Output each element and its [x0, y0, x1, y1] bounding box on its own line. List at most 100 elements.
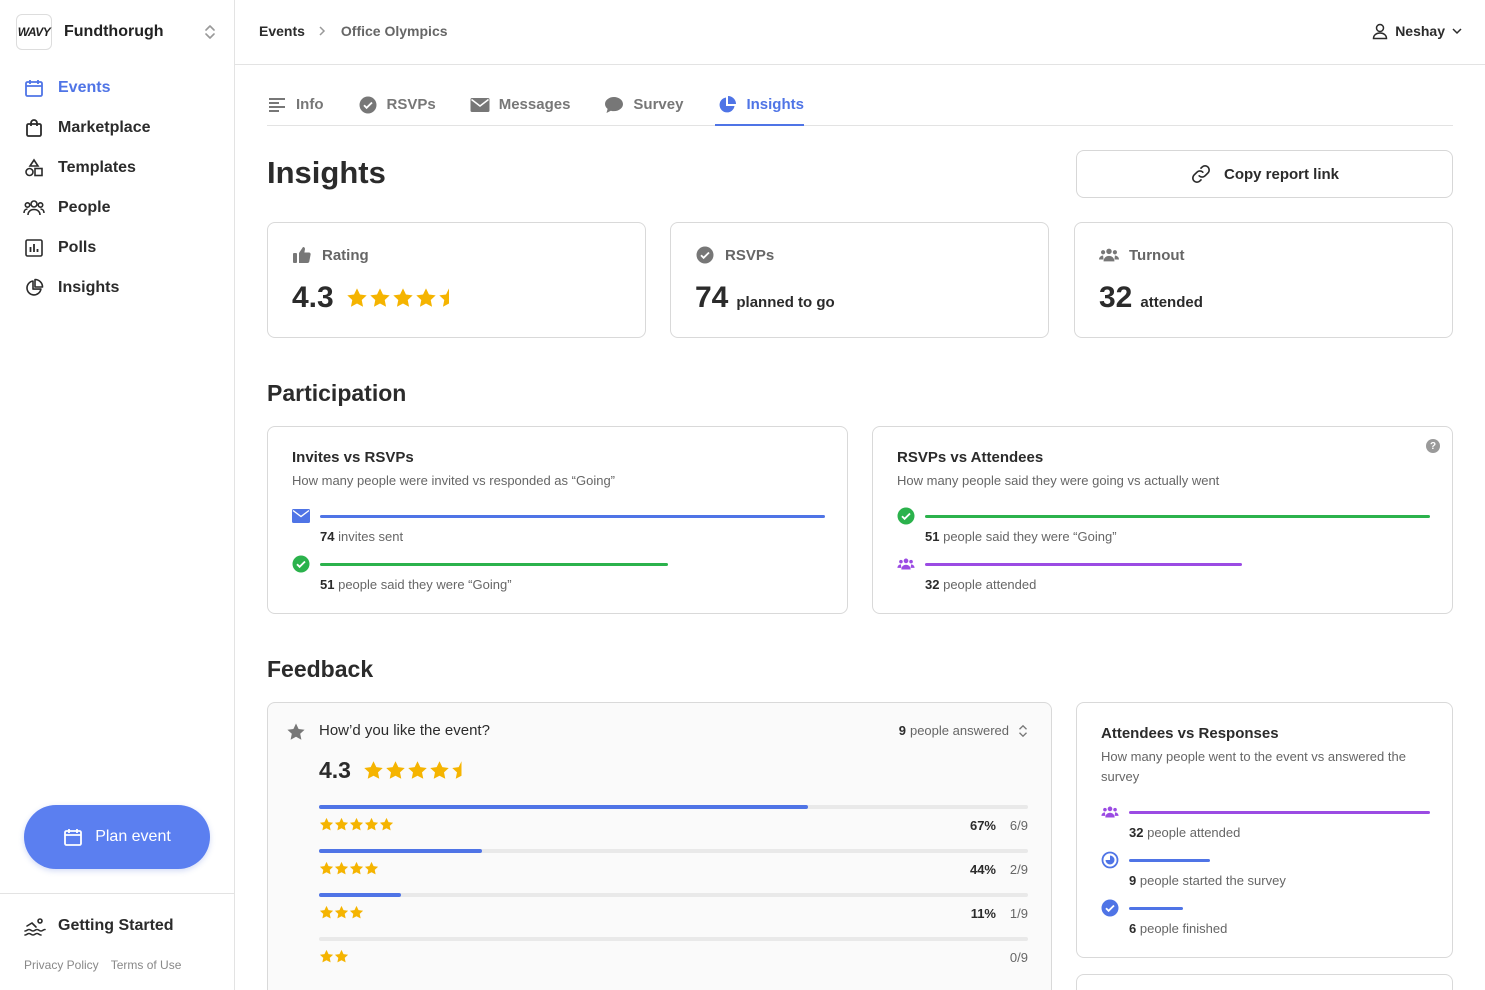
calendar-icon — [23, 77, 45, 99]
people-icon — [23, 197, 45, 219]
row-percent: 67% — [969, 818, 996, 833]
turnout-label: Turnout — [1129, 246, 1185, 264]
attended-bar — [925, 563, 1242, 566]
card-subtitle: How many people said they were going vs … — [897, 473, 1220, 488]
chevron-up-down-icon[interactable] — [200, 20, 220, 44]
label: invites sent — [338, 529, 404, 544]
average-rating-stars — [363, 760, 473, 781]
star-icon — [319, 905, 334, 919]
sidebar-item-label: Templates — [58, 159, 136, 176]
sidebar-item-label: Polls — [58, 239, 97, 256]
user-name: Neshay — [1395, 23, 1445, 39]
plan-event-label: Plan event — [95, 828, 171, 845]
answered-count: 9 — [898, 723, 906, 738]
star-icon — [334, 905, 349, 919]
star-icon — [334, 861, 349, 875]
progress-circle-icon — [1101, 851, 1119, 869]
attendees-vs-responses-card: Attendees vs Responses How many people w… — [1076, 702, 1453, 958]
star-icon — [349, 861, 364, 875]
answered-sort-toggle[interactable]: 9 people answered — [899, 723, 1029, 738]
check-circle-icon — [358, 95, 378, 115]
feedback-heading: Feedback — [267, 656, 374, 682]
bar-chart-icon — [23, 237, 45, 259]
star-icon — [287, 723, 305, 740]
star-icon — [364, 761, 383, 779]
sidebar-item-marketplace[interactable]: Marketplace — [0, 108, 234, 148]
label: people said they were “Going” — [338, 577, 512, 592]
next-card — [1076, 974, 1453, 990]
tab-insights[interactable]: Insights — [715, 84, 804, 126]
rsvp-going-text: 51 people said they were “Going” — [925, 529, 1117, 544]
sidebar-item-templates[interactable]: Templates — [0, 148, 234, 188]
sidebar-item-people[interactable]: People — [0, 188, 234, 228]
row-stars — [319, 861, 379, 876]
tab-survey[interactable]: Survey — [604, 84, 683, 125]
chevron-up-down-icon — [1019, 724, 1027, 737]
survey-started-bar — [1129, 859, 1211, 862]
star-icon — [408, 761, 427, 779]
pie-chart-icon — [23, 277, 45, 299]
rsvps-label: RSVPs — [725, 246, 775, 264]
breadcrumb: Events Office Olympics — [259, 23, 448, 39]
question-text: How’d you like the event? — [319, 722, 490, 739]
label: people attended — [1147, 825, 1241, 840]
count: 32 — [925, 577, 940, 592]
rating-question-card: How’d you like the event? 9 people answe… — [267, 702, 1052, 990]
distribution-track — [319, 937, 1028, 941]
star-icon — [334, 817, 349, 831]
sidebar-item-events[interactable]: Events — [0, 68, 234, 108]
star-icon — [452, 761, 462, 779]
tab-rsvps[interactable]: RSVPs — [358, 84, 436, 125]
count: 9 — [1129, 873, 1137, 888]
brand-logo: WAVY — [16, 14, 52, 50]
lines-icon — [267, 95, 287, 115]
card-title: RSVPs vs Attendees — [897, 449, 1044, 466]
star-icon — [439, 288, 449, 307]
user-menu[interactable]: Neshay — [1371, 22, 1463, 40]
row-stars — [319, 905, 364, 920]
tab-info[interactable]: Info — [267, 84, 324, 125]
attended-text: 32 people attended — [1129, 825, 1240, 840]
help-icon[interactable]: ? — [1426, 439, 1440, 453]
pie-chart-icon — [717, 95, 737, 115]
row-percent: 44% — [969, 862, 996, 877]
people-icon — [1099, 245, 1119, 265]
terms-of-use-link[interactable]: Terms of Use — [111, 958, 182, 972]
sidebar-item-label: Events — [58, 79, 111, 96]
sidebar-item-insights[interactable]: Insights — [0, 268, 234, 308]
attended-bar — [1129, 811, 1430, 814]
distribution-fill — [319, 893, 401, 897]
tab-label: Insights — [746, 96, 804, 113]
star-icon — [334, 949, 349, 963]
getting-started-link[interactable]: Getting Started — [23, 914, 174, 938]
shopping-bag-icon — [23, 117, 45, 139]
card-subtitle: How many people were invited vs responde… — [292, 473, 616, 488]
count: 32 — [1129, 825, 1144, 840]
privacy-policy-link[interactable]: Privacy Policy — [24, 958, 99, 972]
row-fraction: 0/9 — [1009, 950, 1028, 965]
row-fraction: 1/9 — [1009, 906, 1028, 921]
rsvps-suffix: planned to go — [736, 294, 835, 311]
check-circle-icon — [292, 555, 310, 573]
plan-event-button[interactable]: Plan event — [24, 805, 210, 869]
tab-messages[interactable]: Messages — [470, 84, 570, 125]
participation-heading: Participation — [267, 380, 407, 406]
workspace-switcher[interactable]: WAVY Fundthorugh — [16, 14, 220, 50]
page-title: Insights — [267, 155, 386, 190]
rsvps-value-row: 74 planned to go — [695, 281, 835, 315]
sidebar-nav: Events Marketplace Templates People Poll… — [0, 68, 234, 308]
copy-report-link-button[interactable]: Copy report link — [1076, 150, 1453, 198]
breadcrumb-events[interactable]: Events — [259, 23, 305, 39]
envelope-icon — [292, 507, 310, 525]
label: people attended — [943, 577, 1037, 592]
tab-label: Info — [296, 96, 324, 113]
sidebar-item-polls[interactable]: Polls — [0, 228, 234, 268]
star-icon — [379, 817, 394, 831]
distribution-fill — [319, 805, 809, 809]
invites-sent-bar — [320, 515, 825, 518]
distribution-fill — [319, 849, 483, 853]
row-percent: 11% — [970, 906, 996, 921]
workspace-name: Fundthorugh — [64, 23, 164, 40]
count: 74 — [320, 529, 335, 544]
turnout-card-header: Turnout — [1099, 245, 1185, 265]
